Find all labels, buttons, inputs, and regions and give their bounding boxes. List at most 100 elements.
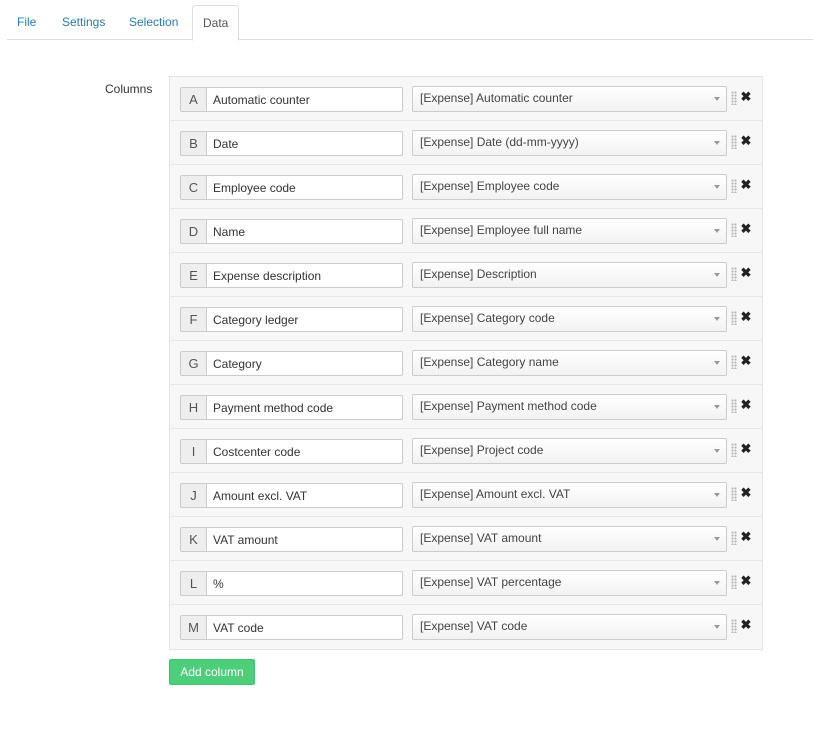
column-row: A [Expense] Automatic counter ✖ bbox=[170, 77, 762, 121]
column-row: D [Expense] Employee full name ✖ bbox=[170, 209, 762, 253]
tab-data[interactable]: Data bbox=[192, 5, 240, 41]
column-row: J [Expense] Amount excl. VAT ✖ bbox=[170, 473, 762, 517]
column-row: K [Expense] VAT amount ✖ bbox=[170, 517, 762, 561]
column-name-input[interactable] bbox=[206, 439, 403, 464]
drag-handle-icon[interactable] bbox=[731, 223, 737, 237]
column-mapping-select[interactable]: [Expense] VAT amount bbox=[412, 526, 727, 552]
column-name-input[interactable] bbox=[206, 615, 403, 640]
column-mapping-value: [Expense] Employee code bbox=[420, 179, 560, 193]
column-mapping-select[interactable]: [Expense] Payment method code bbox=[412, 394, 727, 420]
column-letter: F bbox=[180, 307, 206, 332]
close-icon[interactable]: ✖ bbox=[740, 397, 752, 413]
column-name-input[interactable] bbox=[206, 131, 403, 156]
column-mapping-select[interactable]: [Expense] Employee code bbox=[412, 174, 727, 200]
column-name-input[interactable] bbox=[206, 219, 403, 244]
drag-handle-icon[interactable] bbox=[731, 399, 737, 413]
column-name-input[interactable] bbox=[206, 351, 403, 376]
column-mapping-value: [Expense] VAT code bbox=[420, 619, 528, 633]
column-name-input[interactable] bbox=[206, 87, 403, 112]
close-icon[interactable]: ✖ bbox=[740, 353, 752, 369]
close-icon[interactable]: ✖ bbox=[740, 89, 752, 105]
column-row: G [Expense] Category name ✖ bbox=[170, 341, 762, 385]
column-mapping-value: [Expense] VAT amount bbox=[420, 531, 542, 545]
column-mapping-select[interactable]: [Expense] Project code bbox=[412, 438, 727, 464]
column-letter: M bbox=[180, 615, 206, 640]
close-icon[interactable]: ✖ bbox=[740, 573, 752, 589]
column-name-input[interactable] bbox=[206, 527, 403, 552]
column-letter: D bbox=[180, 219, 206, 244]
drag-handle-icon[interactable] bbox=[731, 135, 737, 149]
close-icon[interactable]: ✖ bbox=[740, 309, 752, 325]
close-icon[interactable]: ✖ bbox=[740, 133, 752, 149]
column-mapping-value: [Expense] Employee full name bbox=[420, 223, 583, 237]
columns-list: A [Expense] Automatic counter ✖ B [Expense] … bbox=[169, 76, 763, 650]
close-icon[interactable]: ✖ bbox=[740, 177, 752, 193]
column-mapping-value: [Expense] Amount excl. VAT bbox=[420, 487, 571, 501]
column-letter: G bbox=[180, 351, 206, 376]
column-letter: H bbox=[180, 395, 206, 420]
column-name-input[interactable] bbox=[206, 175, 403, 200]
column-mapping-select[interactable]: [Expense] VAT code bbox=[412, 614, 727, 640]
tab-selection[interactable]: Selection bbox=[119, 5, 188, 40]
column-letter: J bbox=[180, 483, 206, 508]
column-mapping-value: [Expense] Category code bbox=[420, 311, 555, 325]
chevron-down-icon bbox=[714, 449, 720, 453]
column-mapping-select[interactable]: [Expense] Category code bbox=[412, 306, 727, 332]
chevron-down-icon bbox=[714, 581, 720, 585]
chevron-down-icon bbox=[714, 317, 720, 321]
column-name-input[interactable] bbox=[206, 483, 403, 508]
column-mapping-value: [Expense] Date (dd-mm-yyyy) bbox=[420, 135, 579, 149]
close-icon[interactable]: ✖ bbox=[740, 265, 752, 281]
column-row: C [Expense] Employee code ✖ bbox=[170, 165, 762, 209]
column-mapping-select[interactable]: [Expense] Employee full name bbox=[412, 218, 727, 244]
chevron-down-icon bbox=[714, 405, 720, 409]
drag-handle-icon[interactable] bbox=[731, 355, 737, 369]
close-icon[interactable]: ✖ bbox=[740, 617, 752, 633]
add-column-button[interactable]: Add column bbox=[169, 659, 255, 685]
drag-handle-icon[interactable] bbox=[731, 443, 737, 457]
drag-handle-icon[interactable] bbox=[731, 487, 737, 501]
column-row: E [Expense] Description ✖ bbox=[170, 253, 762, 297]
drag-handle-icon[interactable] bbox=[731, 531, 737, 545]
drag-handle-icon[interactable] bbox=[731, 311, 737, 325]
column-name-input[interactable] bbox=[206, 571, 403, 596]
drag-handle-icon[interactable] bbox=[731, 619, 737, 633]
chevron-down-icon bbox=[714, 141, 720, 145]
column-name-input[interactable] bbox=[206, 395, 403, 420]
column-name-input[interactable] bbox=[206, 263, 403, 288]
column-letter: C bbox=[180, 175, 206, 200]
column-mapping-select[interactable]: [Expense] Automatic counter bbox=[412, 86, 727, 112]
column-mapping-value: [Expense] Payment method code bbox=[420, 399, 597, 413]
close-icon[interactable]: ✖ bbox=[740, 221, 752, 237]
tab-file[interactable]: File bbox=[7, 5, 46, 40]
drag-handle-icon[interactable] bbox=[731, 267, 737, 281]
close-icon[interactable]: ✖ bbox=[740, 441, 752, 457]
column-mapping-select[interactable]: [Expense] Category name bbox=[412, 350, 727, 376]
column-row: B [Expense] Date (dd-mm-yyyy) ✖ bbox=[170, 121, 762, 165]
column-letter: I bbox=[180, 439, 206, 464]
close-icon[interactable]: ✖ bbox=[740, 529, 752, 545]
close-icon[interactable]: ✖ bbox=[740, 485, 752, 501]
chevron-down-icon bbox=[714, 537, 720, 541]
column-row: L [Expense] VAT percentage ✖ bbox=[170, 561, 762, 605]
column-mapping-select[interactable]: [Expense] Amount excl. VAT bbox=[412, 482, 727, 508]
drag-handle-icon[interactable] bbox=[731, 179, 737, 193]
chevron-down-icon bbox=[714, 185, 720, 189]
chevron-down-icon bbox=[714, 273, 720, 277]
column-letter: K bbox=[180, 527, 206, 552]
chevron-down-icon bbox=[714, 493, 720, 497]
drag-handle-icon[interactable] bbox=[731, 575, 737, 589]
column-name-input[interactable] bbox=[206, 307, 403, 332]
column-mapping-select[interactable]: [Expense] Description bbox=[412, 262, 727, 288]
column-row: F [Expense] Category code ✖ bbox=[170, 297, 762, 341]
column-letter: E bbox=[180, 263, 206, 288]
drag-handle-icon[interactable] bbox=[731, 91, 737, 105]
chevron-down-icon bbox=[714, 97, 720, 101]
column-letter: L bbox=[180, 571, 206, 596]
column-mapping-select[interactable]: [Expense] VAT percentage bbox=[412, 570, 727, 596]
tab-settings[interactable]: Settings bbox=[52, 5, 115, 40]
chevron-down-icon bbox=[714, 229, 720, 233]
column-row: M [Expense] VAT code ✖ bbox=[170, 605, 762, 649]
column-letter: B bbox=[180, 131, 206, 156]
column-mapping-select[interactable]: [Expense] Date (dd-mm-yyyy) bbox=[412, 130, 727, 156]
